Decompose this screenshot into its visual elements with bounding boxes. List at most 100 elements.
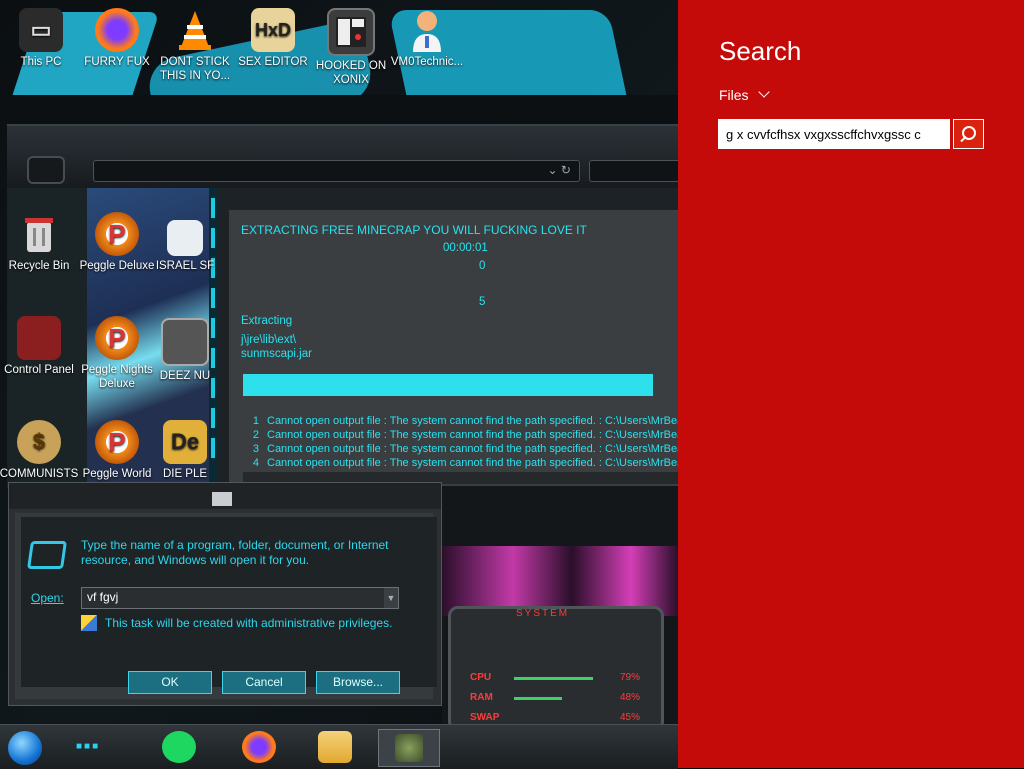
taskbar-active-app[interactable] — [378, 729, 440, 767]
de-icon: De — [163, 420, 207, 464]
ram-bar — [514, 697, 562, 700]
taskbar: ■■■ — [0, 724, 678, 769]
spotify-icon[interactable] — [162, 731, 196, 763]
desktop-icon-hooked-on-xonix[interactable]: HOOKED ON XONIX — [310, 8, 392, 87]
doctor-icon — [405, 8, 449, 52]
system-monitor-gadget: SYSTEM CPU 79% RAM 48% SWAP 45% — [442, 486, 678, 726]
folder-stack-icon — [161, 318, 209, 366]
app-thumbnail-icon — [395, 734, 423, 762]
file-explorer-icon[interactable] — [318, 731, 352, 763]
search-scope-dropdown[interactable]: Files — [719, 87, 749, 103]
path-line-1: j\jre\lib\ext\ — [241, 334, 296, 346]
desktop-icon-deez-nu[interactable]: DEEZ NU — [150, 318, 220, 383]
search-input[interactable] — [720, 121, 946, 147]
run-icon — [27, 541, 67, 569]
cpu-label: CPU — [470, 672, 492, 683]
money-bag-icon: $ — [17, 420, 61, 464]
ram-label: RAM — [470, 692, 493, 703]
log-row: 2 Cannot open output file : The system ca… — [252, 429, 678, 441]
gadget-panel — [448, 606, 664, 726]
desktop-icon-furry-fux[interactable]: FURRY FUX — [76, 8, 158, 69]
taskbar-decoration: ■■■ — [76, 741, 101, 752]
desktop-icon-label: FURRY FUX — [84, 56, 150, 68]
vlc-cone-icon — [173, 8, 217, 52]
desktop-icon-die-ple[interactable]: De DIE PLE — [150, 420, 220, 481]
desktop-icon-control-panel[interactable]: Control Panel — [0, 316, 80, 377]
run-dialog: Type the name of a program, folder, docu… — [8, 482, 442, 706]
desktop-icon-label: SEX EDITOR — [238, 56, 308, 68]
desktop-icon-label: COMMUNISTS — [0, 468, 79, 480]
desktop-icon-peggle-deluxe[interactable]: P Peggle Deluxe — [76, 212, 158, 273]
log-row: 3 Cannot open output file : The system ca… — [252, 443, 678, 455]
path-line-2: sunmscapi.jar — [241, 348, 312, 360]
desktop-icon-label: DONT STICK THIS IN YO... — [159, 56, 231, 82]
search-scope-label: Files — [719, 87, 749, 103]
ok-button[interactable]: OK — [128, 671, 212, 694]
hxd-icon: HxD — [251, 8, 295, 52]
desktop-icon-label: This PC — [20, 56, 62, 68]
swap-label: SWAP — [470, 712, 500, 723]
progress-bar — [243, 374, 653, 396]
chevron-down-icon[interactable]: ▼ — [384, 588, 398, 608]
installer-heading: EXTRACTING FREE MINECRAP YOU WILL FUCKIN… — [241, 223, 587, 237]
desktop-icon-label: ISRAEL SF — [155, 260, 215, 272]
back-button[interactable] — [27, 156, 65, 184]
search-input-wrapper[interactable] — [718, 119, 950, 149]
israel-icon — [167, 220, 203, 256]
desktop-icon-label: Peggle World — [82, 468, 152, 480]
titlebar-thumb — [212, 492, 232, 506]
status-label: Extracting — [241, 315, 293, 327]
desktop-icon-label: Peggle Deluxe — [79, 260, 155, 272]
desktop-icon-label: DIE PLE — [162, 468, 208, 480]
xonix-icon — [327, 8, 375, 56]
address-bar[interactable]: ⌄ ↻ — [93, 160, 580, 182]
browse-button[interactable]: Browse... — [316, 671, 400, 694]
desktop-icon-label: VM0Technic... — [390, 56, 464, 68]
desktop-icon-dont-stick[interactable]: DONT STICK THIS IN YO... — [154, 8, 236, 83]
computer-icon: ▭ — [19, 8, 63, 52]
cpu-bar — [514, 677, 593, 680]
installer-panel: EXTRACTING FREE MINECRAP YOU WILL FUCKIN… — [229, 210, 678, 488]
desktop-icon-peggle-world[interactable]: P Peggle World — [76, 420, 158, 481]
peggle-icon: P — [95, 212, 139, 256]
error-log: 1 Cannot open output file : The system ca… — [243, 414, 678, 472]
refresh-icon[interactable]: ⌄ ↻ — [548, 163, 571, 177]
desktop-icon-label: Recycle Bin — [8, 260, 70, 272]
desktop-icon-recycle-bin[interactable]: Recycle Bin — [0, 212, 80, 273]
counter-2: 5 — [479, 296, 486, 308]
desktop-icon-communists[interactable]: $ COMMUNISTS — [0, 420, 80, 481]
log-row: 1 Cannot open output file : The system ca… — [252, 415, 678, 427]
desktop-icon-label: DEEZ NU — [159, 370, 211, 382]
desktop-icon-israel[interactable]: ISRAEL SF — [150, 220, 220, 273]
open-field[interactable]: vf fgvj ▼ — [81, 587, 399, 609]
open-field-value: vf fgvj — [87, 590, 119, 604]
log-row: 4 Cannot open output file : The system ca… — [252, 457, 678, 469]
counter-1: 0 — [479, 260, 486, 272]
desktop-icon-sex-editor[interactable]: HxD SEX EDITOR — [232, 8, 314, 69]
search-title: Search — [719, 36, 802, 66]
firefox-icon — [95, 8, 139, 52]
desktop-icon-vm0technic[interactable]: VM0Technic... — [386, 8, 468, 69]
search-charm-panel: Search Files — [678, 0, 1024, 768]
run-description: Type the name of a program, folder, docu… — [81, 538, 389, 567]
cancel-button[interactable]: Cancel — [222, 671, 306, 694]
peggle-icon: P — [95, 316, 139, 360]
window-toolbar: ⌄ ↻ — [7, 126, 680, 188]
desktop-icon-label: Peggle Nights Deluxe — [81, 364, 153, 390]
chevron-down-icon[interactable] — [758, 86, 770, 98]
desktop-icon-label: Control Panel — [4, 364, 74, 376]
desktop-icon-this-pc[interactable]: ▭ This PC — [0, 8, 82, 69]
desktop-icon-peggle-nights[interactable]: P Peggle Nights Deluxe — [76, 316, 158, 391]
firefox-icon[interactable] — [242, 731, 276, 763]
elapsed-time: 00:00:01 — [443, 242, 488, 254]
admin-note: This task will be created with administr… — [105, 616, 393, 630]
search-button[interactable] — [953, 119, 984, 149]
recycle-bin-icon — [17, 212, 61, 256]
swap-percent: 45% — [620, 712, 641, 723]
desktop-icon-label: HOOKED ON XONIX — [315, 60, 387, 86]
open-label: Open: — [31, 591, 64, 605]
ram-percent: 48% — [620, 692, 641, 703]
control-panel-icon — [17, 316, 61, 360]
window-search-box[interactable] — [589, 160, 680, 182]
start-orb[interactable] — [8, 731, 42, 765]
